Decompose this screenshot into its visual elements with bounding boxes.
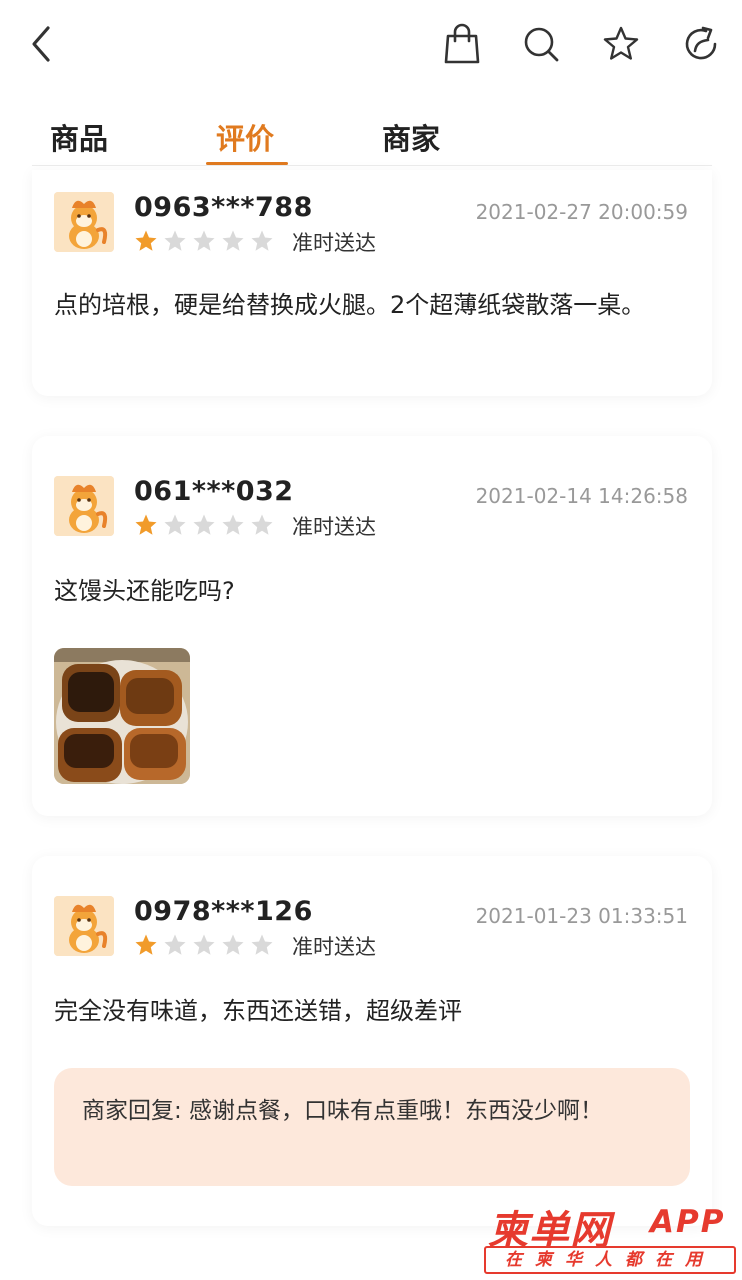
avatar	[54, 896, 114, 956]
watermark-app: APP	[650, 1204, 726, 1240]
star-favorite-icon[interactable]	[601, 22, 641, 66]
reviewer-name: 0978***126	[134, 896, 313, 927]
star-filled-icon	[135, 514, 157, 535]
star-empty-icon	[222, 934, 244, 955]
user-avatar-icon	[54, 896, 114, 956]
review-text: 点的培根，硬是给替换成火腿。2个超薄纸袋散落一桌。	[54, 291, 646, 319]
reviewer-name: 0963***788	[134, 192, 313, 223]
star-empty-icon	[251, 514, 273, 535]
shopping-bag-icon[interactable]	[442, 22, 482, 66]
review-card: 0963***788 2021-02-27 20:00:59 准时送达 点的培根…	[32, 170, 712, 396]
avatar	[54, 476, 114, 536]
share-icon[interactable]	[681, 22, 721, 66]
search-icon[interactable]	[521, 22, 561, 66]
review-text: 完全没有味道，东西还送错，超级差评	[54, 997, 462, 1025]
review-photo[interactable]	[54, 648, 190, 784]
star-empty-icon	[222, 230, 244, 251]
review-date: 2021-02-27 20:00:59	[475, 200, 688, 224]
star-empty-icon	[222, 514, 244, 535]
star-empty-icon	[251, 934, 273, 955]
star-rating	[134, 933, 274, 957]
delivery-status: 准时送达	[292, 935, 376, 959]
user-avatar-icon	[54, 192, 114, 252]
tab-goods[interactable]: 商品	[50, 116, 108, 158]
star-empty-icon	[193, 934, 215, 955]
tab-bar: 商品 评价 商家	[32, 110, 712, 166]
tab-reviews[interactable]: 评价	[216, 116, 274, 158]
user-avatar-icon	[54, 476, 114, 536]
top-nav-bar	[0, 0, 742, 95]
tab-merchant[interactable]: 商家	[382, 116, 440, 158]
watermark-logo: 柬单网 APP 在柬华人都在用	[484, 1198, 738, 1278]
star-empty-icon	[251, 230, 273, 251]
star-rating	[134, 513, 274, 537]
star-empty-icon	[164, 934, 186, 955]
review-date: 2021-02-14 14:26:58	[475, 484, 688, 508]
review-text: 这馒头还能吃吗?	[54, 577, 235, 605]
delivery-status: 准时送达	[292, 515, 376, 539]
star-filled-icon	[135, 934, 157, 955]
star-empty-icon	[193, 230, 215, 251]
review-card: 0978***126 2021-01-23 01:33:51 准时送达 完全没有…	[32, 856, 712, 1226]
star-empty-icon	[164, 514, 186, 535]
review-card: 061***032 2021-02-14 14:26:58 准时送达 这馒头还能…	[32, 436, 712, 816]
steamed-buns-photo	[54, 648, 190, 784]
star-filled-icon	[135, 230, 157, 251]
star-empty-icon	[164, 230, 186, 251]
delivery-status: 准时送达	[292, 231, 376, 255]
back-arrow-icon[interactable]	[26, 24, 60, 64]
star-empty-icon	[193, 514, 215, 535]
review-date: 2021-01-23 01:33:51	[475, 904, 688, 928]
active-tab-indicator	[206, 162, 288, 165]
star-rating	[134, 229, 274, 253]
merchant-reply: 商家回复: 感谢点餐，口味有点重哦！东西没少啊！	[54, 1068, 690, 1186]
watermark-slogan: 在柬华人都在用	[484, 1246, 736, 1274]
avatar	[54, 192, 114, 252]
reviewer-name: 061***032	[134, 476, 294, 507]
